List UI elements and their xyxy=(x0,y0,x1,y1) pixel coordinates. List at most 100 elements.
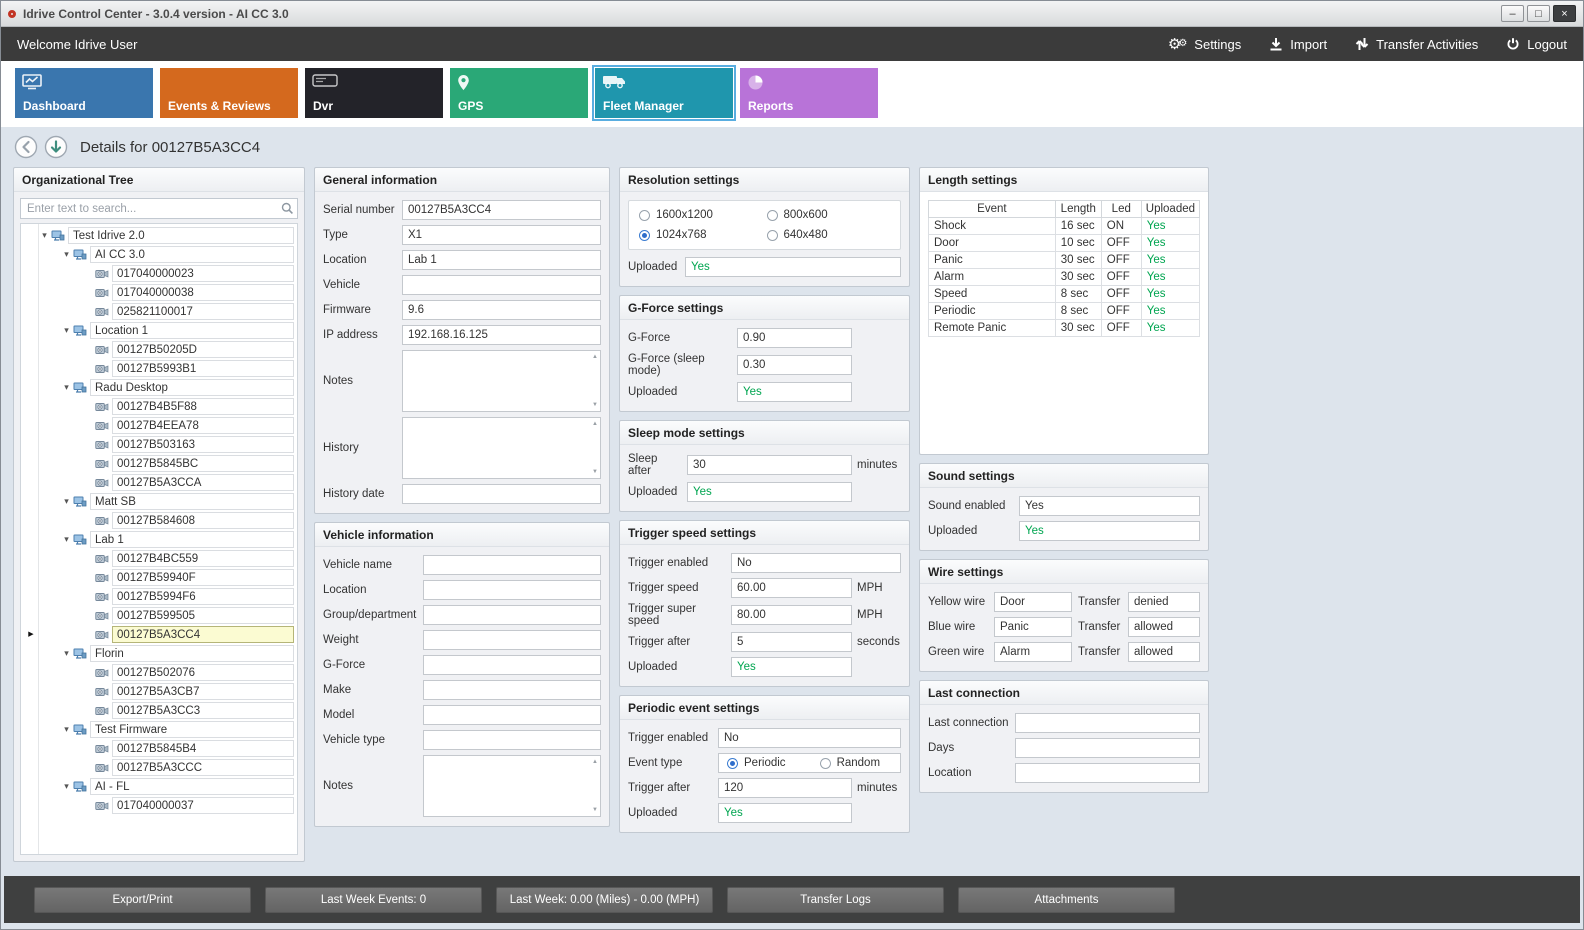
export-print-button[interactable]: Export/Print xyxy=(34,887,251,913)
input-vehicle[interactable] xyxy=(402,275,601,295)
tree-node-00127b5a3ccc[interactable]: 00127B5A3CCC xyxy=(24,758,297,777)
tree-node-00127b503163[interactable]: 00127B503163 xyxy=(24,435,297,454)
tree-node-00127b59940f[interactable]: 00127B59940F xyxy=(24,568,297,587)
close-button[interactable] xyxy=(1553,5,1576,22)
scroll-down-icon[interactable] xyxy=(592,807,598,813)
scroll-down-icon[interactable] xyxy=(592,402,598,408)
tree-node-00127b4bc559[interactable]: 00127B4BC559 xyxy=(24,549,297,568)
input-uploaded[interactable] xyxy=(685,257,901,277)
input-trigger-enabled[interactable] xyxy=(731,553,901,573)
tree-node-017040000037[interactable]: 017040000037 xyxy=(24,796,297,815)
input-serial-number[interactable] xyxy=(402,200,601,220)
action-settings[interactable]: ⚙⚙Settings xyxy=(1168,37,1241,52)
last-week-events-0-button[interactable]: Last Week Events: 0 xyxy=(265,887,482,913)
radio-periodic[interactable]: Periodic xyxy=(727,757,786,769)
table-row[interactable]: Periodic8 secOFFYes xyxy=(929,303,1200,320)
tree-node-radu-desktop[interactable]: Radu Desktop xyxy=(24,378,297,397)
input-trigger-after[interactable] xyxy=(731,632,852,652)
input-notes[interactable] xyxy=(423,755,601,817)
tree-node-00127b502076[interactable]: 00127B502076 xyxy=(24,663,297,682)
input-firmware[interactable] xyxy=(402,300,601,320)
tree-node-00127b4eea78[interactable]: 00127B4EEA78 xyxy=(24,416,297,435)
last-week-0-00-miles-0-00-mph-button[interactable]: Last Week: 0.00 (Miles) - 0.00 (MPH) xyxy=(496,887,713,913)
collapse-arrow-icon[interactable] xyxy=(60,534,73,545)
tree-node-00127b4b5f88[interactable]: 00127B4B5F88 xyxy=(24,397,297,416)
input-notes[interactable] xyxy=(402,350,601,412)
tab-events-reviews[interactable]: Events & Reviews xyxy=(160,68,298,118)
input-green-wire[interactable] xyxy=(994,642,1072,662)
input-uploaded[interactable] xyxy=(687,482,852,502)
input-g-force-sleep-mode[interactable] xyxy=(737,355,852,375)
input-uploaded[interactable] xyxy=(1019,521,1200,541)
transfer-logs-button[interactable]: Transfer Logs xyxy=(727,887,944,913)
tree-node-00127b5994f6[interactable]: 00127B5994F6 xyxy=(24,587,297,606)
input-g-force[interactable] xyxy=(737,328,852,348)
input-uploaded[interactable] xyxy=(737,382,852,402)
tree-node-00127b5a3cc4[interactable]: 00127B5A3CC4 xyxy=(24,625,297,644)
collapse-arrow-icon[interactable] xyxy=(60,724,73,735)
input-sleep-after[interactable] xyxy=(687,455,852,475)
tree-node-ai-cc-3-0[interactable]: AI CC 3.0 xyxy=(24,245,297,264)
radio-1024x768[interactable]: 1024x768 xyxy=(639,229,763,241)
search-input[interactable] xyxy=(20,198,298,219)
tab-dashboard[interactable]: Dashboard xyxy=(15,68,153,118)
table-row[interactable]: Alarm30 secOFFYes xyxy=(929,269,1200,286)
tree-node-00127b5993b1[interactable]: 00127B5993B1 xyxy=(24,359,297,378)
input-last-connection[interactable] xyxy=(1015,713,1200,733)
input-weight[interactable] xyxy=(423,630,601,650)
tree-node-lab-1[interactable]: Lab 1 xyxy=(24,530,297,549)
input-location[interactable] xyxy=(1015,763,1200,783)
input-model[interactable] xyxy=(423,705,601,725)
input-blue-wire[interactable] xyxy=(994,617,1072,637)
collapse-arrow-icon[interactable] xyxy=(38,230,51,241)
action-import[interactable]: Import xyxy=(1269,37,1327,52)
input-history[interactable] xyxy=(402,417,601,479)
tab-reports[interactable]: Reports xyxy=(740,68,878,118)
input-ip-address[interactable] xyxy=(402,325,601,345)
table-row[interactable]: Shock16 secONYes xyxy=(929,218,1200,235)
radio-640x480[interactable]: 640x480 xyxy=(767,229,891,241)
input-type[interactable] xyxy=(402,225,601,245)
tree-node-00127b5845bc[interactable]: 00127B5845BC xyxy=(24,454,297,473)
tree-node-00127b5845b4[interactable]: 00127B5845B4 xyxy=(24,739,297,758)
input-location[interactable] xyxy=(402,250,601,270)
input-g-force[interactable] xyxy=(423,655,601,675)
tree-node-00127b50205d[interactable]: 00127B50205D xyxy=(24,340,297,359)
input-uploaded[interactable] xyxy=(731,657,852,677)
tree-node-017040000038[interactable]: 017040000038 xyxy=(24,283,297,302)
input-trigger-enabled[interactable] xyxy=(718,728,901,748)
tree-node-00127b599505[interactable]: 00127B599505 xyxy=(24,606,297,625)
input-green-wire-transfer[interactable] xyxy=(1128,642,1200,662)
tree-node-017040000023[interactable]: 017040000023 xyxy=(24,264,297,283)
collapse-arrow-icon[interactable] xyxy=(60,496,73,507)
tab-fleet-manager[interactable]: Fleet Manager xyxy=(595,68,733,118)
back-button[interactable] xyxy=(14,135,38,159)
attachments-button[interactable]: Attachments xyxy=(958,887,1175,913)
tree-node-matt-sb[interactable]: Matt SB xyxy=(24,492,297,511)
table-row[interactable]: Speed8 secOFFYes xyxy=(929,286,1200,303)
input-location[interactable] xyxy=(423,580,601,600)
scroll-up-icon[interactable] xyxy=(592,354,598,360)
maximize-button[interactable] xyxy=(1527,5,1550,22)
input-trigger-speed[interactable] xyxy=(731,578,852,598)
tree-node-00127b584608[interactable]: 00127B584608 xyxy=(24,511,297,530)
input-blue-wire-transfer[interactable] xyxy=(1128,617,1200,637)
table-row[interactable]: Remote Panic30 secOFFYes xyxy=(929,320,1200,337)
action-logout[interactable]: Logout xyxy=(1506,37,1567,52)
input-make[interactable] xyxy=(423,680,601,700)
radio-random[interactable]: Random xyxy=(820,757,880,769)
tree-node-00127b5a3cc3[interactable]: 00127B5A3CC3 xyxy=(24,701,297,720)
collapse-arrow-icon[interactable] xyxy=(60,249,73,260)
tree-node-test-firmware[interactable]: Test Firmware xyxy=(24,720,297,739)
tab-gps[interactable]: GPS xyxy=(450,68,588,118)
radio-800x600[interactable]: 800x600 xyxy=(767,209,891,221)
input-group-department[interactable] xyxy=(423,605,601,625)
down-button[interactable] xyxy=(44,135,68,159)
input-vehicle-name[interactable] xyxy=(423,555,601,575)
tree-node-florin[interactable]: Florin xyxy=(24,644,297,663)
action-transfer-activities[interactable]: Transfer Activities xyxy=(1355,37,1478,52)
collapse-arrow-icon[interactable] xyxy=(60,325,73,336)
tab-dvr[interactable]: Dvr xyxy=(305,68,443,118)
scroll-up-icon[interactable] xyxy=(592,759,598,765)
collapse-arrow-icon[interactable] xyxy=(60,781,73,792)
